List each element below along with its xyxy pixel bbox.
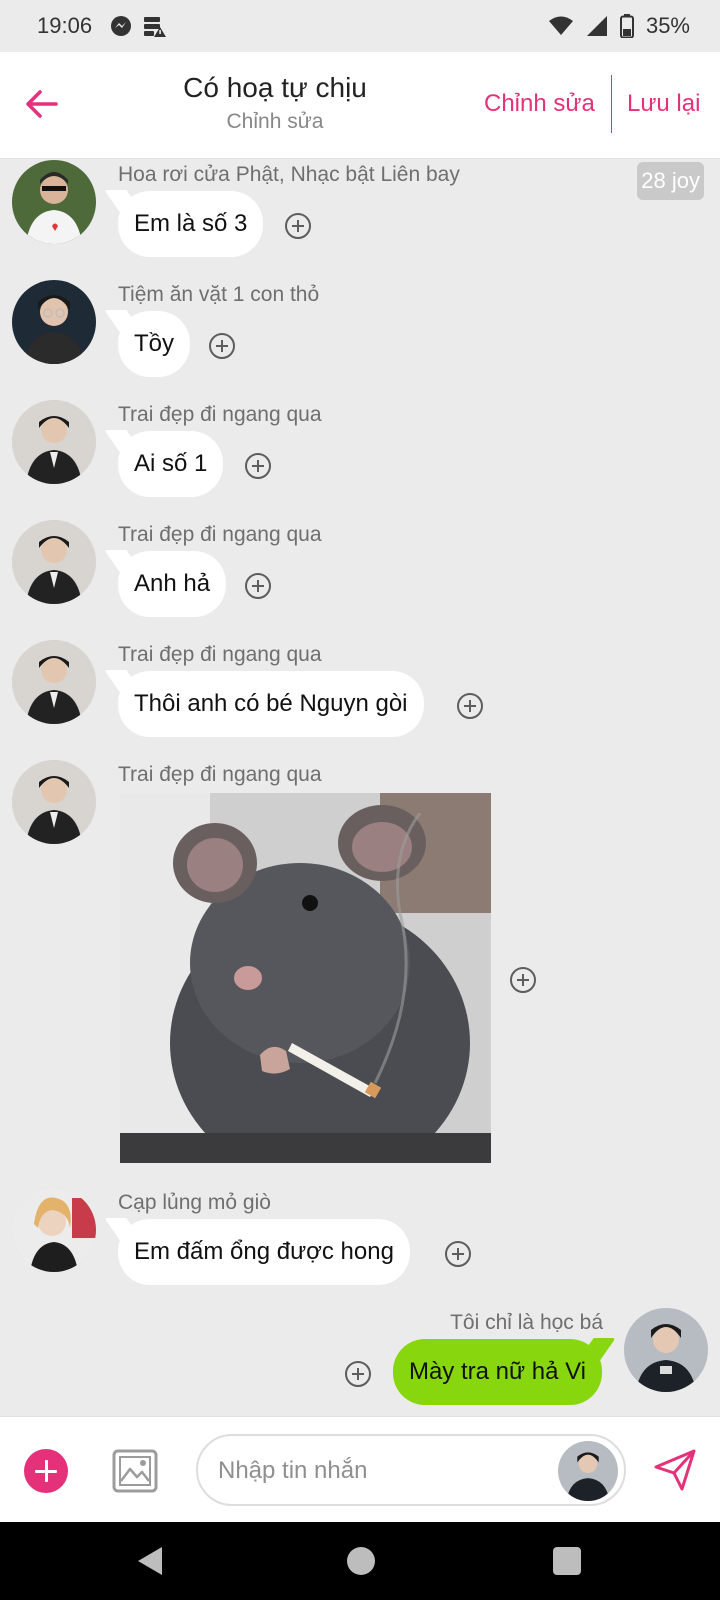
wifi-icon: [548, 16, 573, 35]
edit-button[interactable]: Chỉnh sửa: [484, 90, 595, 118]
sender-name: Hoa rơi cửa Phật, Nhạc bật Liên bay: [118, 163, 460, 186]
sender-name: Trai đẹp đi ngang qua: [118, 643, 322, 666]
message-bubble[interactable]: Anh hả: [118, 551, 227, 617]
status-bar: 19:06 35%: [0, 0, 720, 52]
sender-avatar-selector[interactable]: [558, 1441, 618, 1501]
sender-name: Cạp lủng mỏ giò: [118, 1191, 271, 1214]
add-reaction-icon[interactable]: [445, 1241, 471, 1267]
avatar[interactable]: [12, 280, 96, 364]
storage-alert-icon: [144, 17, 167, 37]
battery-icon: [619, 14, 634, 38]
nav-home-icon[interactable]: [347, 1547, 375, 1575]
avatar[interactable]: [12, 760, 96, 844]
message-bubble[interactable]: Em đấm ổng được hong: [118, 1219, 410, 1285]
sender-name: Trai đẹp đi ngang qua: [118, 763, 322, 786]
avatar[interactable]: [12, 1188, 96, 1272]
add-reaction-icon[interactable]: [345, 1361, 371, 1387]
sender-name: Tôi chỉ là học bá: [450, 1311, 603, 1334]
message-input-box[interactable]: [196, 1434, 626, 1506]
page-title: Có hoạ tự chịu: [183, 72, 367, 103]
save-button[interactable]: Lưu lại: [627, 90, 700, 118]
sender-name: Trai đẹp đi ngang qua: [118, 523, 322, 546]
message-bubble[interactable]: Tồy: [118, 311, 191, 377]
avatar[interactable]: [12, 520, 96, 604]
battery-percent: 35%: [645, 13, 690, 38]
message-photo[interactable]: [120, 793, 491, 1163]
back-arrow-icon[interactable]: [22, 84, 62, 124]
sender-name: Trai đẹp đi ngang qua: [118, 403, 322, 426]
image-picker-icon[interactable]: [112, 1449, 158, 1493]
message-bubble[interactable]: Mày tra nữ hả Vi: [392, 1339, 602, 1405]
add-reaction-icon[interactable]: [245, 453, 271, 479]
message-bubble[interactable]: Em là số 3: [118, 191, 264, 257]
sender-name: Tiệm ăn vặt 1 con thỏ: [118, 283, 320, 306]
add-reaction-icon[interactable]: [245, 573, 271, 599]
header-divider: [611, 75, 612, 133]
message-input[interactable]: [216, 1450, 550, 1492]
avatar[interactable]: [624, 1308, 708, 1392]
add-reaction-icon[interactable]: [457, 693, 483, 719]
nav-recents-icon[interactable]: [553, 1547, 581, 1575]
nav-back-icon[interactable]: [136, 1546, 164, 1576]
add-reaction-icon[interactable]: [209, 333, 235, 359]
signal-icon: [586, 16, 607, 36]
add-reaction-icon[interactable]: [510, 967, 536, 993]
status-icons-left: [110, 15, 167, 37]
avatar[interactable]: [12, 160, 96, 244]
composer-bar: [0, 1416, 720, 1523]
avatar[interactable]: [12, 400, 96, 484]
messenger-icon: [111, 16, 132, 36]
add-attachment-button[interactable]: [24, 1449, 68, 1493]
status-icons-right: 35%: [548, 0, 690, 52]
title-block: Có hoạ tự chịu Chỉnh sửa: [160, 52, 390, 158]
page-subtitle: Chỉnh sửa: [226, 110, 324, 133]
send-icon[interactable]: [652, 1447, 698, 1493]
chat-header: Có hoạ tự chịu Chỉnh sửa Chỉnh sửa Lưu l…: [0, 52, 720, 159]
add-reaction-icon[interactable]: [285, 213, 311, 239]
message-bubble[interactable]: Thôi anh có bé Nguyn gòi: [118, 671, 424, 737]
message-bubble[interactable]: Ai số 1: [118, 431, 224, 497]
system-nav-bar: [0, 1522, 720, 1600]
avatar[interactable]: [12, 640, 96, 724]
counter-badge: 28 joy: [637, 162, 704, 200]
status-time: 19:06: [37, 13, 93, 38]
